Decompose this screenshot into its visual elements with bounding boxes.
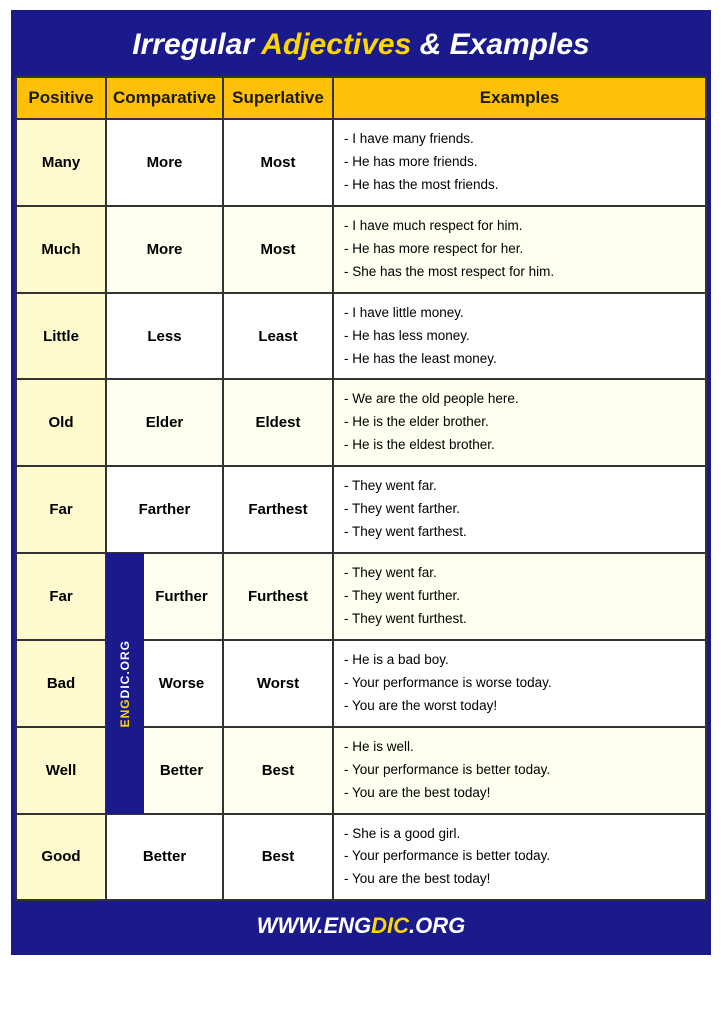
cell-examples: - They went far.- They went further.- Th… (333, 553, 706, 640)
table-header-row: Positive Comparative Superlative Example… (16, 77, 706, 119)
footer-part1: WWW.ENG (257, 913, 371, 938)
cell-superlative: Best (223, 727, 333, 814)
title-highlight: Adjectives (261, 28, 411, 61)
cell-superlative: Least (223, 293, 333, 380)
cell-positive: Bad (16, 640, 106, 727)
cell-comparative: Less (106, 293, 223, 380)
header-examples: Examples (333, 77, 706, 119)
cell-comparative: Farther (106, 466, 223, 553)
cell-positive: Good (16, 814, 106, 901)
cell-comparative: More (106, 119, 223, 206)
cell-superlative: Eldest (223, 379, 333, 466)
table-row: LittleLessLeast- I have little money.- H… (16, 293, 706, 380)
header-superlative: Superlative (223, 77, 333, 119)
cell-examples: - We are the old people here.- He is the… (333, 379, 706, 466)
cell-positive: Well (16, 727, 106, 814)
cell-superlative: Best (223, 814, 333, 901)
table-row: GoodBetterBest- She is a good girl.- You… (16, 814, 706, 901)
cell-examples: - He is well.- Your performance is bette… (333, 727, 706, 814)
page-title: Irregular Adjectives & Examples (25, 28, 697, 62)
cell-examples: - She is a good girl.- Your performance … (333, 814, 706, 901)
cell-superlative: Worst (223, 640, 333, 727)
table-wrap: Positive Comparative Superlative Example… (15, 76, 707, 901)
cell-positive: Little (16, 293, 106, 380)
table-row: OldElderEldest- We are the old people he… (16, 379, 706, 466)
main-container: Irregular Adjectives & Examples Positive… (11, 10, 711, 955)
title-part2: & Examples (411, 28, 589, 61)
cell-examples: - I have many friends.- He has more frie… (333, 119, 706, 206)
cell-superlative: Most (223, 206, 333, 293)
header-comparative: Comparative (106, 77, 223, 119)
cell-positive: Much (16, 206, 106, 293)
cell-examples: - They went far.- They went farther.- Th… (333, 466, 706, 553)
cell-examples: - I have much respect for him.- He has m… (333, 206, 706, 293)
table-row: MuchMoreMost- I have much respect for hi… (16, 206, 706, 293)
footer-highlight: DIC (371, 913, 409, 938)
cell-comparative: More (106, 206, 223, 293)
cell-comparative: Better (106, 814, 223, 901)
cell-examples: - I have little money.- He has less mone… (333, 293, 706, 380)
cell-positive: Old (16, 379, 106, 466)
footer-text: WWW.ENGDIC.ORG (25, 913, 697, 939)
cell-superlative: Farthest (223, 466, 333, 553)
table-row: ManyMoreMost- I have many friends.- He h… (16, 119, 706, 206)
cell-positive: Far (16, 466, 106, 553)
cell-superlative: Furthest (223, 553, 333, 640)
footer-bar: WWW.ENGDIC.ORG (15, 901, 707, 951)
cell-superlative: Most (223, 119, 333, 206)
cell-positive: Many (16, 119, 106, 206)
title-part1: Irregular (132, 28, 261, 61)
table-row: FarFartherFarthest- They went far.- They… (16, 466, 706, 553)
header-positive: Positive (16, 77, 106, 119)
cell-positive: Far (16, 553, 106, 640)
cell-comparative: Elder (106, 379, 223, 466)
cell-examples: - He is a bad boy.- Your performance is … (333, 640, 706, 727)
title-bar: Irregular Adjectives & Examples (15, 14, 707, 76)
footer-part2: .ORG (409, 913, 465, 938)
